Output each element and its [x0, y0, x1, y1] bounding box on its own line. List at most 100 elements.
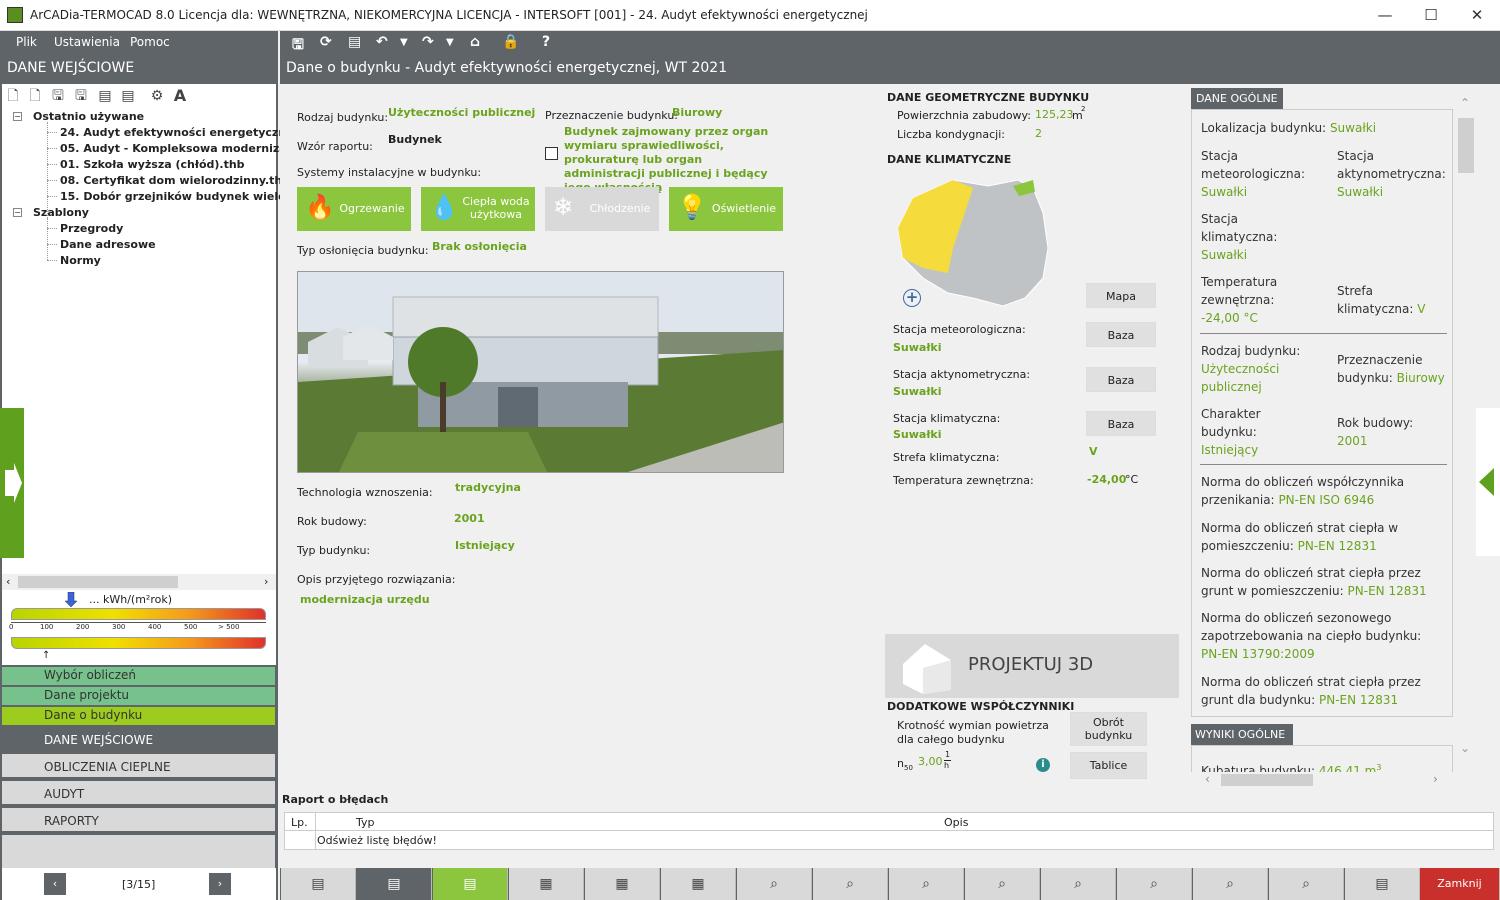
obrot-button[interactable]: Obrót budynku	[1070, 712, 1147, 746]
projektuj-3d-button[interactable]: PROJEKTUJ 3D	[885, 634, 1179, 698]
font-icon[interactable]: A	[172, 88, 188, 104]
nav-raporty[interactable]: RAPORTY	[2, 808, 275, 833]
nav-dane-projektu[interactable]: Dane projektu	[2, 687, 275, 705]
rodzaj-value[interactable]: Użyteczności publicznej	[388, 106, 535, 119]
scroll-right-icon[interactable]: ›	[264, 575, 268, 588]
collapse-right-panel-button[interactable]	[1476, 408, 1500, 556]
bottom-preview-icon-7[interactable]: ⌕	[1193, 868, 1268, 900]
tree-templates[interactable]: Szablony	[33, 206, 89, 219]
report-icon[interactable]: ▤	[348, 34, 361, 50]
collapse-recent-icon[interactable]: −	[13, 112, 22, 121]
menu-ustawienia[interactable]: Ustawienia	[54, 35, 120, 49]
right-scroll-right-icon[interactable]: ›	[1433, 772, 1438, 786]
export-icon[interactable]: ▤	[97, 88, 113, 104]
tree-item-recent-3[interactable]: 01. Szkoła wyższa (chłód).thb	[60, 158, 245, 171]
right-vscrollbar[interactable]: ⌃ ⌄	[1458, 96, 1474, 762]
right-scroll-thumb[interactable]	[1221, 774, 1313, 786]
right-scroll-up-icon[interactable]: ⌃	[1460, 96, 1470, 110]
tree-item-dane-adresowe[interactable]: Dane adresowe	[60, 238, 156, 251]
collapse-templates-icon[interactable]: −	[13, 208, 22, 217]
list-icon[interactable]: ▤	[120, 88, 136, 104]
tree-item-recent-4[interactable]: 08. Certyfikat dom wielorodzinny.thb	[60, 174, 290, 187]
bottom-preview-icon-8[interactable]: ⌕	[1269, 868, 1344, 900]
undo-dropdown-icon[interactable]: ▼	[400, 37, 408, 48]
tablice-button[interactable]: Tablice	[1070, 752, 1147, 779]
tree-item-recent-1[interactable]: 24. Audyt efektywności energetycznej.t	[60, 126, 307, 139]
tech-value[interactable]: tradycyjna	[455, 481, 521, 494]
menu-pomoc[interactable]: Pomoc	[130, 35, 170, 49]
lock-icon[interactable]: 🔒	[502, 34, 519, 50]
system-cwu-button[interactable]: 💧 Ciepła woda użytkowa	[421, 187, 535, 231]
bottom-report-icon[interactable]: ▤	[1345, 868, 1420, 900]
tree-item-recent-2[interactable]: 05. Audyt - Kompleksowa modernizacja	[60, 142, 304, 155]
przeznaczenie-value[interactable]: Biurowy	[672, 106, 722, 119]
opis-value[interactable]: modernizacja urzędu	[300, 593, 430, 606]
nav-dane-wejsciowe[interactable]: DANE WEJŚCIOWE	[2, 727, 275, 752]
bottom-preview-icon-4[interactable]: ⌕	[965, 868, 1040, 900]
bottom-preview-icon-6[interactable]: ⌕	[1117, 868, 1192, 900]
expand-left-panel-button[interactable]	[0, 408, 24, 558]
col-opis[interactable]: Opis	[944, 816, 968, 829]
kond-value[interactable]: 2	[1035, 127, 1042, 140]
typ-value[interactable]: Istniejący	[455, 539, 515, 552]
akty-value[interactable]: Suwałki	[893, 385, 942, 398]
pager-next-button[interactable]: ›	[209, 873, 231, 895]
save-as-icon[interactable]: 🖫	[73, 88, 89, 104]
col-lp[interactable]: Lp.	[291, 816, 308, 829]
col-typ[interactable]: Typ	[356, 816, 375, 829]
maximize-button[interactable]: ☐	[1408, 0, 1454, 31]
pow-value[interactable]: 125,23	[1035, 108, 1074, 121]
akty-baza-button[interactable]: Baza	[1086, 367, 1156, 392]
undo-icon[interactable]: ↶	[376, 34, 388, 50]
tree-recent[interactable]: Ostatnio używane	[33, 110, 144, 123]
refresh-icon[interactable]: ⟳	[320, 34, 332, 50]
new-file-icon[interactable]: 🗋	[5, 88, 21, 104]
settings-icon[interactable]: ⚙	[149, 88, 165, 104]
nav-dane-o-budynku[interactable]: Dane o budynku	[2, 707, 275, 725]
bottom-table-icon-3[interactable]: ▦	[661, 868, 736, 900]
rok-value[interactable]: 2001	[454, 512, 485, 525]
redo-icon[interactable]: ↷	[422, 34, 434, 50]
wzor-value[interactable]: Budynek	[388, 133, 442, 146]
close-window-button[interactable]: ✕	[1454, 0, 1500, 31]
menu-plik[interactable]: Plik	[16, 35, 37, 49]
bottom-doc-icon-2[interactable]: ▤	[357, 868, 432, 900]
organ-checkbox[interactable]	[545, 147, 558, 160]
tree-item-normy[interactable]: Normy	[60, 254, 101, 267]
meteo-value[interactable]: Suwałki	[893, 341, 942, 354]
bottom-preview-icon-1[interactable]: ⌕	[737, 868, 812, 900]
n50-value[interactable]: 3,00	[918, 755, 943, 768]
mapa-button[interactable]: Mapa	[1086, 283, 1156, 308]
new-template-icon[interactable]: 🗋	[27, 88, 43, 104]
scroll-thumb[interactable]	[18, 576, 178, 588]
meteo-baza-button[interactable]: Baza	[1086, 322, 1156, 347]
right-scroll-down-icon[interactable]: ⌄	[1460, 741, 1470, 755]
system-oswietlenie-button[interactable]: 💡 Oświetlenie	[669, 187, 783, 231]
pager-prev-button[interactable]: ‹	[44, 873, 66, 895]
right-scroll-left-icon[interactable]: ‹	[1205, 772, 1210, 786]
bottom-doc-icon-3[interactable]: ▤	[433, 868, 508, 900]
right-vscroll-thumb[interactable]	[1458, 118, 1474, 173]
klim-value[interactable]: Suwałki	[893, 428, 942, 441]
save-icon[interactable]: 🖫	[50, 88, 66, 104]
minimize-button[interactable]: —	[1362, 0, 1408, 31]
bottom-table-icon-1[interactable]: ▦	[509, 868, 584, 900]
bottom-doc-icon-1[interactable]: ▤	[281, 868, 356, 900]
zamknij-button[interactable]: Zamknij	[1420, 868, 1500, 900]
zoom-in-icon[interactable]: +	[903, 289, 921, 307]
right-hscrollbar[interactable]: ‹ ›	[1191, 772, 1453, 788]
tab-wyniki-ogolne[interactable]: WYNIKI OGÓLNE	[1191, 724, 1293, 745]
tree-item-recent-5[interactable]: 15. Dobór grzejników budynek wieloroc	[60, 190, 305, 203]
klim-baza-button[interactable]: Baza	[1086, 411, 1156, 436]
bottom-table-icon-2[interactable]: ▦	[585, 868, 660, 900]
scroll-left-icon[interactable]: ‹	[6, 575, 10, 588]
help-icon[interactable]: ?	[542, 34, 550, 50]
system-chlodzenie-button[interactable]: ❄ Chłodzenie	[545, 187, 659, 231]
bottom-preview-icon-2[interactable]: ⌕	[813, 868, 888, 900]
tab-dane-ogolne[interactable]: DANE OGÓLNE	[1191, 88, 1283, 109]
nav-obliczenia-cieplne[interactable]: OBLICZENIA CIEPLNE	[2, 754, 275, 779]
nav-audyt[interactable]: AUDYT	[2, 781, 275, 806]
error-row-1[interactable]: Odśwież listę błędów!	[317, 834, 437, 847]
system-ogrzewanie-button[interactable]: 🔥 Ogrzewanie	[297, 187, 411, 231]
tree-hscrollbar[interactable]: ‹ ›	[2, 574, 276, 590]
